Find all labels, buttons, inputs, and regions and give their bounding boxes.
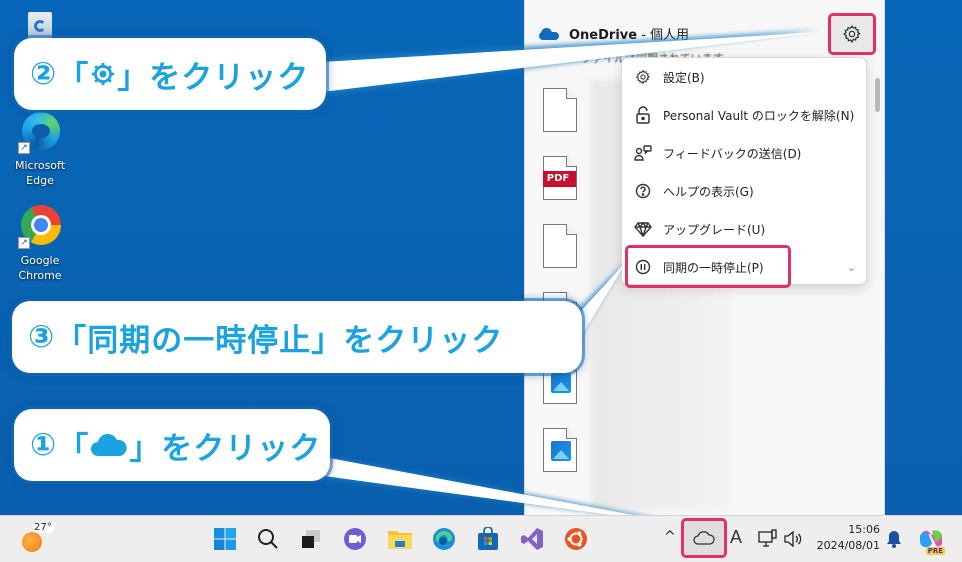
chevron-down-icon[interactable]: ⌄ [847, 261, 856, 274]
volume-icon [784, 530, 802, 548]
edge-label-2: Edge [26, 174, 54, 187]
taskbar: 27° ^ A 15:06 2024/08/01 PRE [0, 515, 962, 562]
folder-icon [388, 531, 412, 549]
edge-label-1: Microsoft [14, 159, 66, 172]
store-icon [478, 527, 498, 550]
chrome-label-1: Google [20, 254, 60, 267]
show-hidden-icons-chevron[interactable]: ^ [664, 529, 676, 545]
callout-step-1: ① 「 」 をクリック [14, 409, 330, 481]
document-file-icon[interactable] [543, 88, 577, 132]
copilot-pre-badge: PRE [925, 547, 945, 555]
chrome-icon: ↗ [16, 203, 64, 251]
unlock-icon [634, 106, 652, 124]
onedrive-cloud-icon [539, 27, 559, 40]
volume-button[interactable] [782, 528, 804, 550]
file-explorer-button[interactable] [387, 526, 413, 552]
visual-studio-icon [521, 528, 543, 550]
ubuntu-icon [565, 528, 587, 550]
document-file-icon[interactable] [543, 224, 577, 268]
weather-widget[interactable]: 27° [20, 522, 54, 552]
visual-studio-button[interactable] [519, 526, 545, 552]
menu-item-label: アップグレード(U) [663, 222, 766, 237]
teams-chat-button[interactable] [342, 526, 368, 552]
callout-step-2: ② 「 」 をクリック [14, 38, 326, 110]
start-button[interactable] [212, 526, 238, 552]
desktop-icon-chrome[interactable]: ↗ Google Chrome [4, 203, 76, 283]
menu-item-label: ヘルプの表示(G) [663, 184, 754, 199]
pause-sync-highlight [625, 245, 791, 288]
menu-item-help[interactable]: ヘルプの表示(G) [622, 173, 868, 209]
menu-item-label: Personal Vault のロックを解除(N) [663, 108, 855, 123]
notifications-button[interactable] [884, 528, 904, 550]
image-file-icon[interactable] [543, 428, 577, 472]
clock-time[interactable]: 15:06 [820, 523, 880, 536]
ime-indicator[interactable]: A [730, 527, 742, 548]
step-number: ② [30, 56, 58, 92]
network-button[interactable] [757, 528, 779, 550]
gear-icon [634, 68, 652, 86]
bracket-close: 」 [117, 59, 150, 96]
weather-temperature: 27° [32, 522, 54, 533]
callout-step-3: ③ 「 同期の一時停止 」 をクリック [12, 301, 582, 373]
cloud-icon [91, 433, 127, 456]
onedrive-cloud-icon [693, 531, 715, 545]
ubuntu-button[interactable] [563, 526, 589, 552]
clock-date[interactable]: 2024/08/01 [814, 539, 880, 552]
bracket-open: 「 [57, 59, 90, 96]
menu-item-feedback[interactable]: フィードバックの送信(D) [622, 135, 868, 171]
pdf-tag: PDF [543, 171, 576, 187]
callout-text: をクリック [161, 430, 322, 467]
chrome-label-2: Chrome [18, 269, 62, 282]
menu-item-upgrade[interactable]: アップグレード(U) [622, 211, 868, 247]
gear-icon [92, 62, 115, 86]
scrollbar-thumb[interactable] [875, 78, 880, 112]
weather-sun-icon [22, 532, 42, 552]
desktop-icon-edge[interactable]: ↗ Microsoft Edge [4, 108, 76, 188]
network-icon [758, 529, 777, 547]
onedrive-account-type: - 個人用 [637, 28, 690, 43]
help-icon [634, 182, 652, 200]
edge-icon [433, 528, 455, 550]
menu-item-unlock-vault[interactable]: Personal Vault のロックを解除(N) [622, 97, 868, 133]
step-number: ③ [28, 319, 56, 355]
task-view-icon [302, 530, 320, 548]
diamond-icon [634, 220, 652, 238]
shortcut-arrow-icon: ↗ [18, 237, 30, 249]
callout-target: 同期の一時停止 [87, 322, 312, 359]
bell-icon [887, 531, 901, 548]
shortcut-arrow-icon: ↗ [18, 142, 30, 154]
chat-icon [344, 528, 366, 550]
onedrive-header: OneDrive - 個人用 [539, 24, 689, 43]
callout-text: をクリック [149, 59, 310, 96]
feedback-icon [634, 144, 652, 162]
menu-item-settings[interactable]: 設定(B) [622, 59, 868, 95]
copilot-button[interactable]: PRE [917, 525, 945, 555]
search-icon [258, 529, 278, 549]
windows-logo-icon [214, 528, 236, 550]
menu-item-label: フィードバックの送信(D) [663, 146, 802, 161]
onedrive-title: OneDrive [569, 28, 638, 43]
search-button[interactable] [255, 526, 281, 552]
task-view-button[interactable] [298, 526, 324, 552]
edge-icon: ↗ [16, 108, 64, 156]
gear-icon [843, 25, 861, 44]
edge-taskbar-button[interactable] [431, 526, 457, 552]
settings-gear-button[interactable] [828, 13, 876, 55]
pdf-file-icon[interactable]: PDF [543, 156, 577, 200]
bracket-open: 「 [55, 322, 88, 359]
bracket-close: 」 [129, 430, 162, 467]
bracket-close: 」 [311, 322, 344, 359]
onedrive-tray-button[interactable] [681, 518, 727, 558]
menu-item-label: 設定(B) [663, 70, 705, 85]
bracket-open: 「 [57, 430, 90, 467]
step-number: ① [30, 427, 58, 463]
callout-text: をクリック [343, 322, 504, 359]
store-button[interactable] [475, 526, 501, 552]
